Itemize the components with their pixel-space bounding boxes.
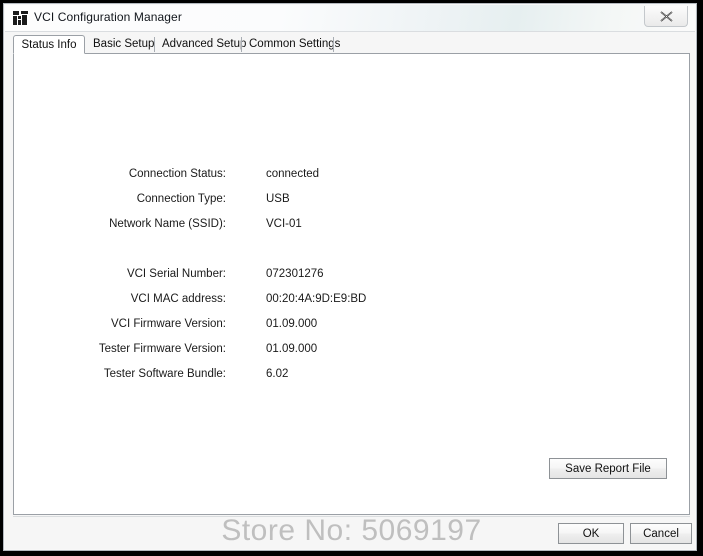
field-label: Connection Type: xyxy=(136,193,226,205)
field-label: VCI MAC address: xyxy=(130,293,226,305)
save-report-file-button[interactable]: Save Report File xyxy=(549,458,667,479)
tab-label: Basic Setup xyxy=(93,38,155,50)
ok-label: OK xyxy=(582,527,600,540)
field-label: VCI Serial Number: xyxy=(126,268,226,280)
tab-label: Advanced Setup xyxy=(162,38,247,50)
field-connection-status: Connection Status: connected xyxy=(14,168,434,183)
tab-strip: Status Info Basic Setup Advanced Setup C… xyxy=(13,35,690,54)
close-button[interactable] xyxy=(644,6,688,27)
tab-label: Status Info xyxy=(21,39,77,51)
ok-button[interactable]: OK xyxy=(558,523,624,544)
vci-configuration-manager-window: VCI Configuration Manager Status Info Ba… xyxy=(3,3,697,551)
field-value: 6.02 xyxy=(266,368,289,380)
app-icon xyxy=(12,10,29,26)
tab-status-info[interactable]: Status Info xyxy=(13,35,85,54)
cancel-button[interactable]: Cancel xyxy=(630,523,692,544)
cancel-label: Cancel xyxy=(643,527,679,540)
field-label: VCI Firmware Version: xyxy=(110,318,226,330)
field-value: 072301276 xyxy=(266,268,324,280)
field-vci-serial-number: VCI Serial Number: 072301276 xyxy=(14,268,434,283)
field-label: Tester Firmware Version: xyxy=(98,343,226,355)
field-vci-mac-address: VCI MAC address: 00:20:4A:9D:E9:BD xyxy=(14,293,434,308)
field-connection-type: Connection Type: USB xyxy=(14,193,434,208)
tab-divider xyxy=(333,37,334,52)
field-label: Connection Status: xyxy=(128,168,226,180)
window-title: VCI Configuration Manager xyxy=(34,10,182,24)
field-vci-firmware-version: VCI Firmware Version: 01.09.000 xyxy=(14,318,434,333)
save-report-file-label: Save Report File xyxy=(565,462,651,475)
tab-advanced-setup[interactable]: Advanced Setup xyxy=(155,35,246,54)
close-icon xyxy=(645,6,687,26)
status-info-panel: Connection Status: connected Connection … xyxy=(13,53,690,515)
field-network-name-ssid: Network Name (SSID): VCI-01 xyxy=(14,218,434,233)
field-value: connected xyxy=(266,168,320,180)
field-tester-software-bundle: Tester Software Bundle: 6.02 xyxy=(14,368,434,383)
field-value: 01.09.000 xyxy=(266,318,318,330)
field-tester-firmware-version: Tester Firmware Version: 01.09.000 xyxy=(14,343,434,358)
status-info-fields: Connection Status: connected Connection … xyxy=(14,54,689,514)
field-value: VCI-01 xyxy=(266,218,302,230)
window-client-area: VCI Configuration Manager Status Info Ba… xyxy=(5,5,695,549)
tab-common-settings[interactable]: Common Settings xyxy=(242,35,340,54)
field-value: USB xyxy=(266,193,290,205)
footer-divider xyxy=(13,516,690,517)
tab-basic-setup[interactable]: Basic Setup xyxy=(86,35,155,54)
title-bar: VCI Configuration Manager xyxy=(5,5,695,32)
tab-label: Common Settings xyxy=(249,38,341,50)
field-label: Tester Software Bundle: xyxy=(103,368,226,380)
field-label: Network Name (SSID): xyxy=(109,218,226,230)
field-value: 00:20:4A:9D:E9:BD xyxy=(266,293,367,305)
field-value: 01.09.000 xyxy=(266,343,318,355)
